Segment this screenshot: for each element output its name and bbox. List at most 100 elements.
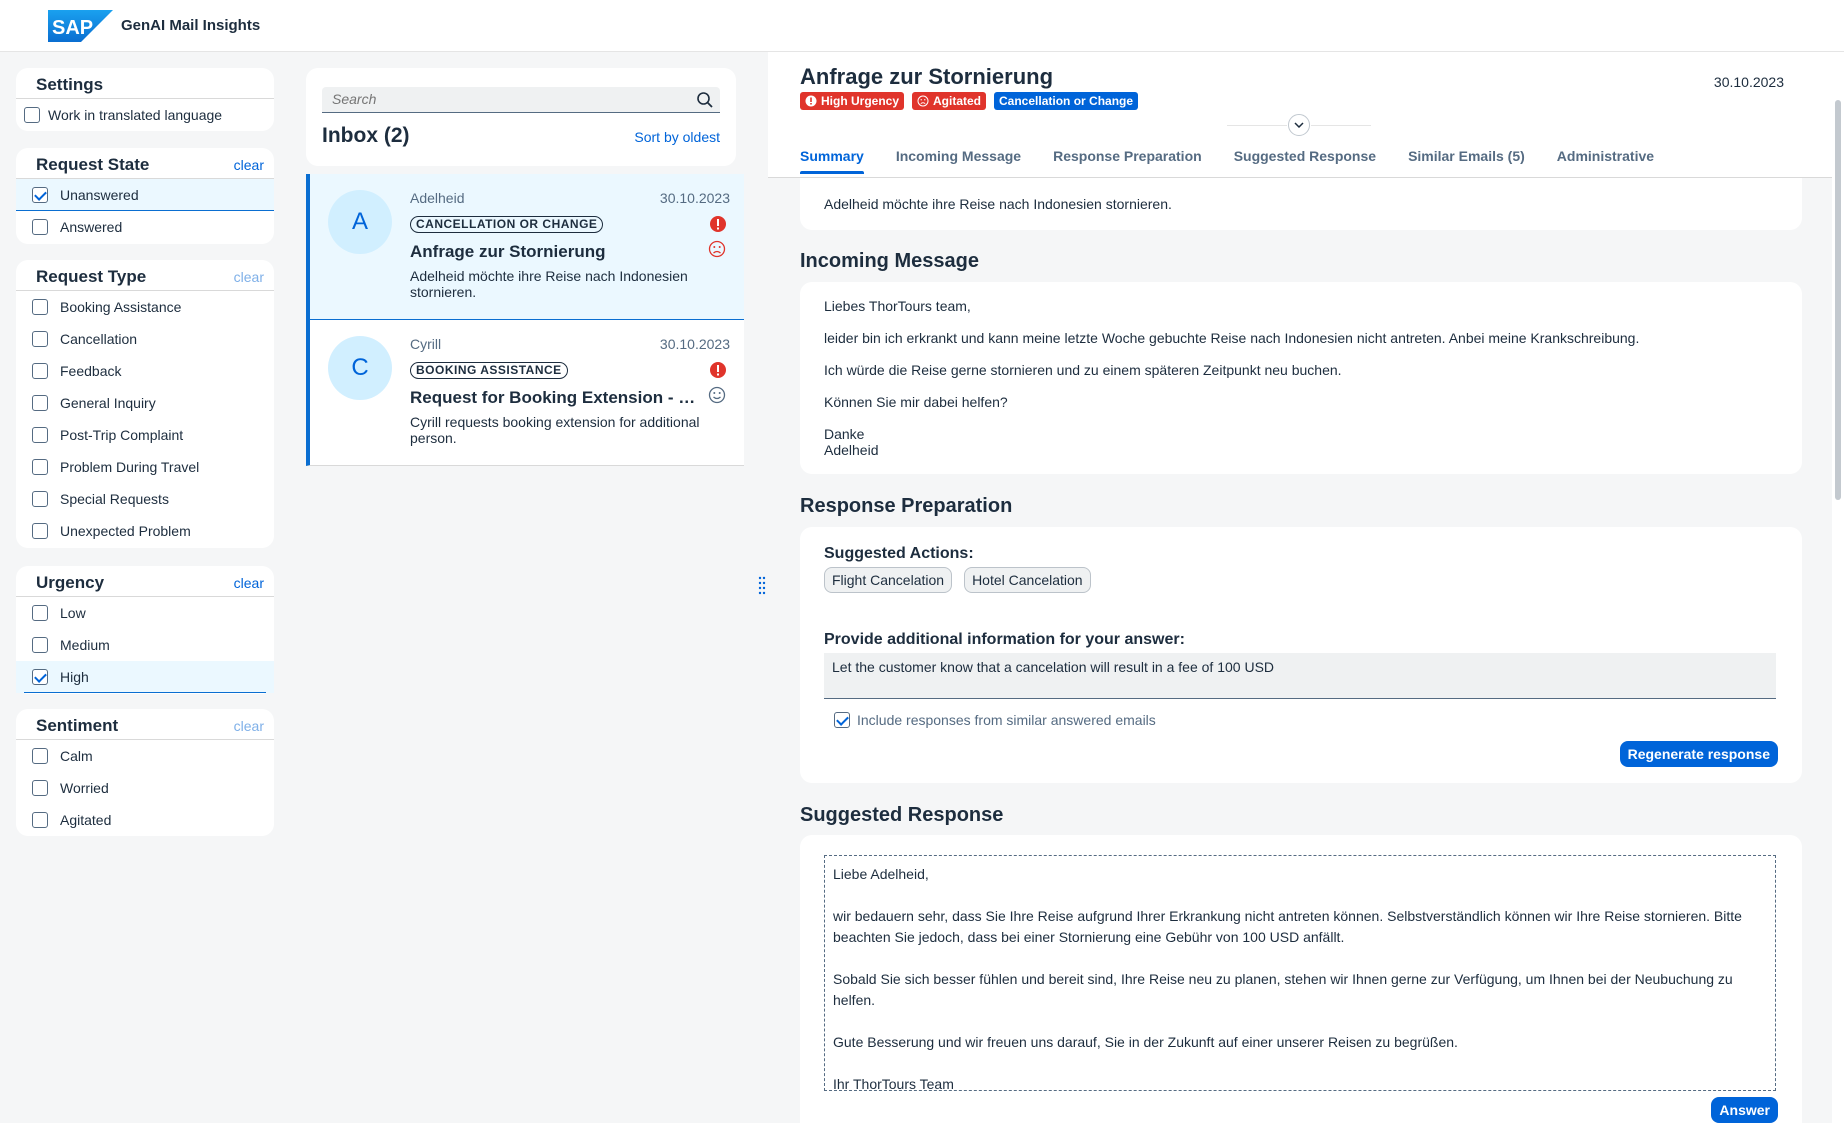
summary-text: Adelheid möchte ihre Reise nach Indonesi…: [824, 196, 1172, 212]
additional-info-input[interactable]: Let the customer know that a cancelation…: [824, 653, 1776, 699]
sad-face-icon: [708, 240, 726, 258]
checkbox[interactable]: [32, 780, 48, 796]
filter-label: Post-Trip Complaint: [60, 427, 184, 443]
translated-language-toggle[interactable]: Work in translated language: [16, 99, 274, 131]
translated-language-checkbox[interactable]: [24, 107, 40, 123]
filter-label: High: [60, 669, 89, 685]
checkbox-answered[interactable]: [32, 219, 48, 235]
avatar: C: [328, 336, 392, 400]
search-icon[interactable]: [696, 91, 714, 109]
detail-header: Anfrage zur Stornierung 30.10.2023 High …: [768, 52, 1832, 178]
scrollbar-thumb[interactable]: [1835, 100, 1841, 500]
checkbox-unanswered[interactable]: [32, 187, 48, 203]
tab-response-preparation[interactable]: Response Preparation: [1053, 148, 1202, 174]
request-state-title: Request State: [36, 155, 150, 174]
urgent-icon: [710, 216, 726, 232]
filter-label: Agitated: [60, 812, 112, 828]
filter-label: Answered: [60, 219, 123, 235]
regenerate-response-button[interactable]: Regenerate response: [1619, 741, 1778, 767]
mail-item-cyrill[interactable]: C Cyrill 30.10.2023 BOOKING ASSISTANCE R…: [306, 320, 744, 466]
sentiment-title: Sentiment: [36, 716, 119, 735]
action-flight-cancelation[interactable]: Flight Cancelation: [824, 567, 953, 593]
mail-item-adelheid[interactable]: A Adelheid 30.10.2023 CANCELLATION OR CH…: [306, 174, 744, 320]
settings-panel: Settings Work in translated language: [16, 68, 274, 131]
avatar: A: [328, 190, 392, 254]
tab-suggested-response[interactable]: Suggested Response: [1234, 148, 1376, 174]
checkbox[interactable]: [32, 427, 48, 443]
detail-scrollbar[interactable]: [1832, 52, 1844, 1123]
tab-summary[interactable]: Summary: [800, 148, 864, 174]
checkbox[interactable]: [32, 395, 48, 411]
request-type-filter: Request Type clear Booking Assistance Ca…: [16, 260, 274, 548]
filter-option-post-trip-complaint[interactable]: Post-Trip Complaint: [16, 419, 274, 451]
request-state-clear[interactable]: clear: [234, 157, 264, 173]
checkbox[interactable]: [32, 812, 48, 828]
urgency-clear[interactable]: clear: [234, 575, 264, 591]
filter-option-medium[interactable]: Medium: [16, 629, 274, 661]
filter-option-low[interactable]: Low: [16, 597, 274, 629]
sentiment-clear[interactable]: clear: [234, 718, 264, 734]
tab-similar-emails[interactable]: Similar Emails (5): [1408, 148, 1525, 174]
splitter-grip-icon[interactable]: [758, 575, 766, 595]
answer-button[interactable]: Answer: [1711, 1097, 1778, 1123]
checkbox[interactable]: [32, 637, 48, 653]
request-type-clear[interactable]: clear: [234, 269, 264, 285]
mail-preview: Cyrill requests booking extension for ad…: [410, 414, 700, 446]
checkbox[interactable]: [32, 331, 48, 347]
filter-option-unexpected-problem[interactable]: Unexpected Problem: [16, 515, 274, 547]
alert-icon: [805, 95, 817, 107]
checkbox[interactable]: [32, 459, 48, 475]
search-input[interactable]: [322, 87, 682, 111]
suggested-response-card: Liebe Adelheid, wir bedauern sehr, dass …: [800, 835, 1802, 1123]
filter-option-problem-during-travel[interactable]: Problem During Travel: [16, 451, 274, 483]
filter-label: Special Requests: [60, 491, 169, 507]
filter-option-cancellation[interactable]: Cancellation: [16, 323, 274, 355]
tab-incoming-message[interactable]: Incoming Message: [896, 148, 1021, 174]
checkbox[interactable]: [32, 523, 48, 539]
message-greeting: Liebes ThorTours team,: [824, 298, 971, 314]
filter-label: Unexpected Problem: [60, 523, 191, 539]
sentiment-filter: Sentiment clear Calm Worried Agitated: [16, 709, 274, 836]
suggested-response-editor[interactable]: Liebe Adelheid, wir bedauern sehr, dass …: [824, 855, 1776, 1091]
filter-option-agitated[interactable]: Agitated: [16, 804, 274, 836]
urgent-icon: [710, 362, 726, 378]
sort-by-oldest-link[interactable]: Sort by oldest: [634, 129, 720, 145]
badge-label: High Urgency: [821, 94, 900, 108]
filter-option-calm[interactable]: Calm: [16, 740, 274, 772]
filter-label: Worried: [60, 780, 109, 796]
translated-language-label: Work in translated language: [48, 107, 223, 123]
mail-preview: Adelheid möchte ihre Reise nach Indonesi…: [410, 268, 688, 300]
detail-title: Anfrage zur Stornierung: [800, 64, 1054, 89]
checkbox[interactable]: [32, 299, 48, 315]
collapse-header-button[interactable]: [1227, 114, 1371, 136]
action-hotel-cancelation[interactable]: Hotel Cancelation: [964, 567, 1091, 593]
filter-option-worried[interactable]: Worried: [16, 772, 274, 804]
category-badge: Cancellation or Change: [994, 92, 1139, 110]
mail-date: 30.10.2023: [659, 190, 730, 206]
filter-option-general-inquiry[interactable]: General Inquiry: [16, 387, 274, 419]
filter-option-booking-assistance[interactable]: Booking Assistance: [16, 291, 274, 323]
include-similar-checkbox[interactable]: [834, 712, 850, 728]
filter-option-answered[interactable]: Answered: [16, 211, 274, 243]
filter-option-feedback[interactable]: Feedback: [16, 355, 274, 387]
suggested-response-title: Suggested Response: [800, 804, 1004, 826]
message-line: leider bin ich erkrankt und kann meine l…: [824, 330, 1640, 346]
search-field[interactable]: [322, 87, 720, 113]
mail-subject: Anfrage zur Stornierung: [410, 242, 606, 261]
tab-administrative[interactable]: Administrative: [1557, 148, 1654, 174]
smiley-face-icon: [708, 386, 726, 404]
checkbox[interactable]: [32, 491, 48, 507]
sap-logo[interactable]: SAP: [48, 10, 113, 42]
checkbox[interactable]: [32, 748, 48, 764]
filter-option-high[interactable]: High: [16, 661, 274, 693]
category-tag: BOOKING ASSISTANCE: [410, 362, 568, 379]
filter-label: Calm: [60, 748, 93, 764]
checkbox[interactable]: [32, 605, 48, 621]
filter-label: Medium: [60, 637, 110, 653]
response-preparation-card: Suggested Actions: Flight Cancelation Hot…: [800, 527, 1802, 783]
filter-option-special-requests[interactable]: Special Requests: [16, 483, 274, 515]
checkbox-high[interactable]: [32, 669, 48, 685]
checkbox[interactable]: [32, 363, 48, 379]
filter-option-unanswered[interactable]: Unanswered: [16, 179, 274, 211]
message-line: Ich würde die Reise gerne stornieren und…: [824, 362, 1342, 378]
